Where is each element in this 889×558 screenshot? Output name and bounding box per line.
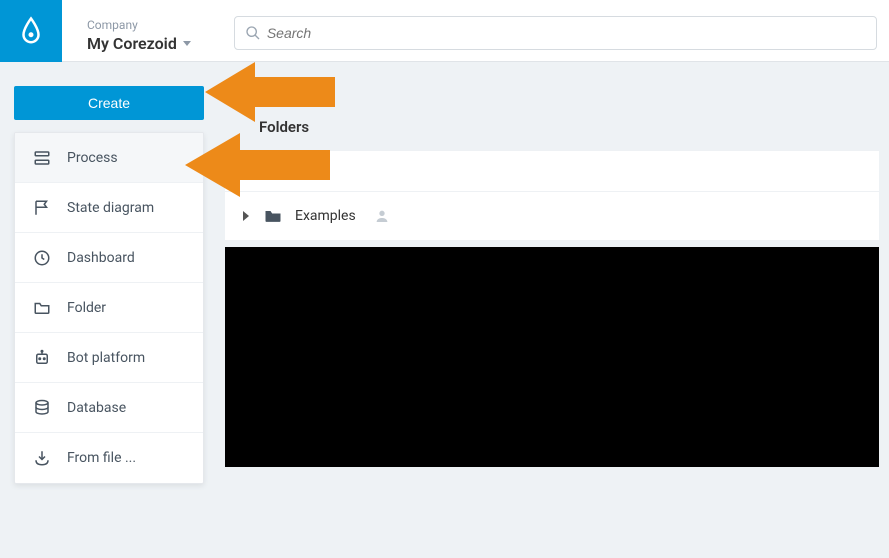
menu-item-bot-platform[interactable]: Bot platform — [15, 333, 203, 383]
create-panel: Create Process State diagram Dashboard — [14, 86, 204, 484]
company-label: Company — [87, 18, 191, 32]
menu-item-process[interactable]: Process — [15, 133, 203, 183]
process-icon — [33, 149, 51, 167]
menu-item-database[interactable]: Database — [15, 383, 203, 433]
menu-item-label: From file ... — [67, 450, 136, 466]
search-box[interactable] — [234, 16, 877, 50]
company-name: My Corezoid — [87, 34, 177, 53]
user-icon — [374, 208, 390, 224]
menu-item-label: Dashboard — [67, 250, 135, 266]
annotation-arrow-process — [185, 125, 335, 205]
search-icon — [245, 25, 261, 41]
folder-icon — [33, 299, 51, 317]
database-icon — [33, 399, 51, 417]
menu-item-from-file[interactable]: From file ... — [15, 433, 203, 483]
folder-shared-icon — [263, 206, 283, 226]
clock-icon — [33, 249, 51, 267]
menu-item-dashboard[interactable]: Dashboard — [15, 233, 203, 283]
download-icon — [33, 449, 51, 467]
menu-item-label: Database — [67, 400, 126, 416]
menu-item-label: Process — [67, 150, 118, 166]
search-input[interactable] — [267, 25, 866, 41]
menu-item-label: Folder — [67, 300, 106, 316]
menu-item-label: State diagram — [67, 200, 154, 216]
chevron-down-icon — [183, 41, 191, 46]
flag-icon — [33, 199, 51, 217]
top-bar: Company My Corezoid — [0, 0, 889, 62]
menu-item-folder[interactable]: Folder — [15, 283, 203, 333]
app-logo[interactable] — [0, 0, 62, 62]
create-menu: Process State diagram Dashboard Folder — [14, 132, 204, 484]
menu-item-label: Bot platform — [67, 350, 145, 366]
annotation-arrow-create — [205, 52, 345, 132]
menu-item-state-diagram[interactable]: State diagram — [15, 183, 203, 233]
bot-icon — [33, 349, 51, 367]
expand-arrow-icon[interactable] — [243, 211, 249, 221]
company-selector[interactable]: Company My Corezoid — [62, 0, 209, 61]
create-button[interactable]: Create — [14, 86, 204, 120]
redacted-area — [225, 247, 879, 467]
list-item-name: Examples — [295, 208, 356, 224]
